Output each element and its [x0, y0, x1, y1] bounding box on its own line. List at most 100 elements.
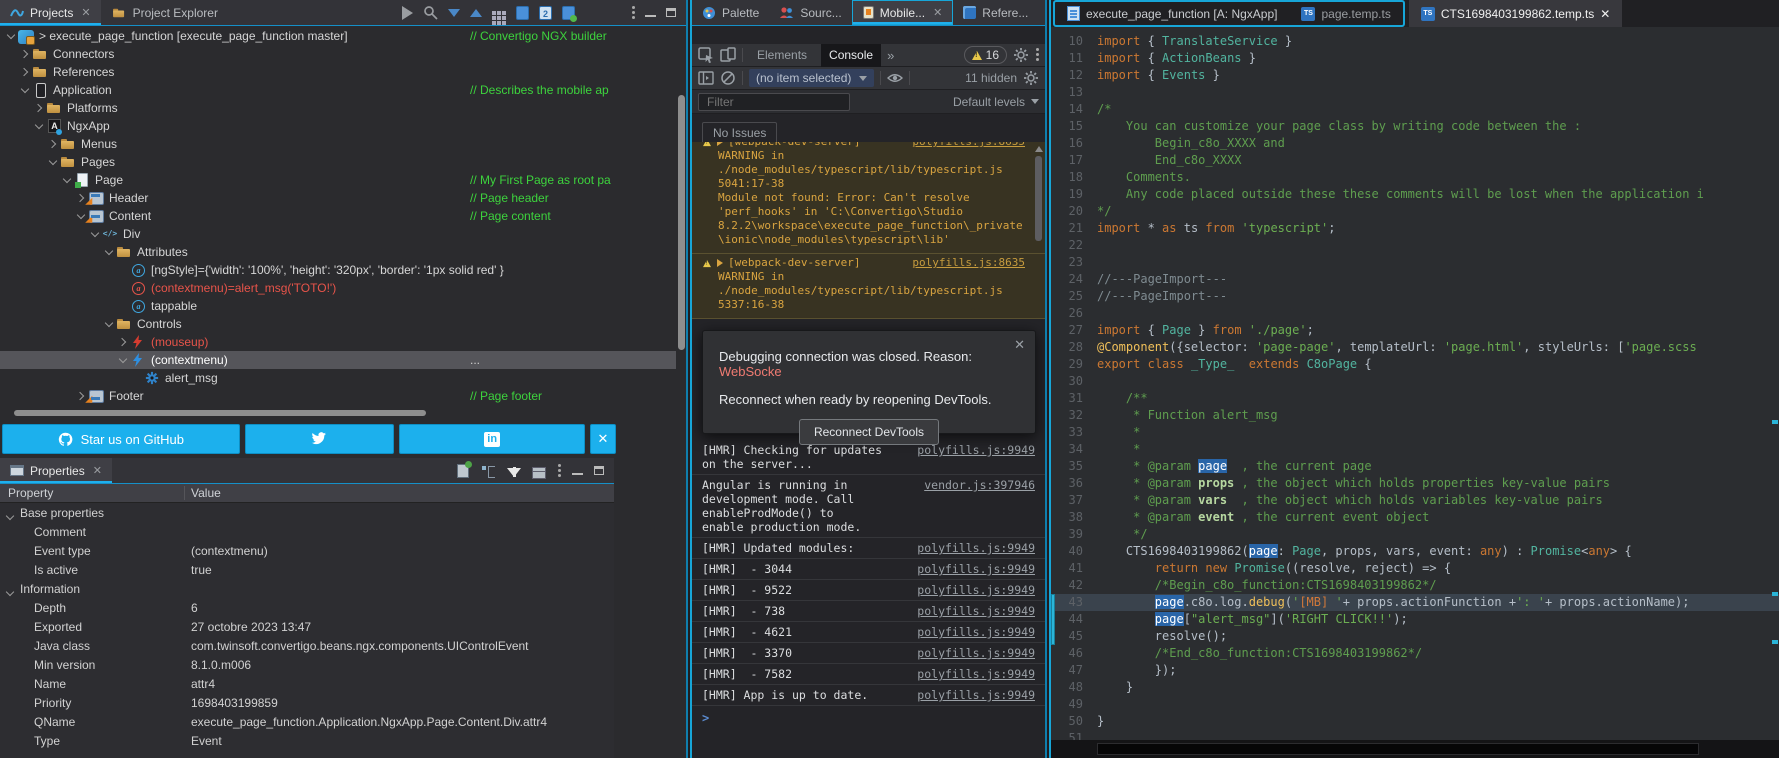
- expander-icon[interactable]: [4, 29, 18, 43]
- tree-item[interactable]: Attributes: [0, 243, 676, 261]
- expander-icon[interactable]: [116, 335, 130, 349]
- tree-item[interactable]: NgxApp: [0, 117, 676, 135]
- tree-mode-icon[interactable]: [480, 463, 496, 479]
- eye-icon[interactable]: [887, 70, 903, 86]
- device-toolbar-icon[interactable]: [720, 47, 736, 63]
- line-number[interactable]: 22: [1051, 237, 1097, 254]
- line-number[interactable]: 34: [1051, 441, 1097, 458]
- tree-vertical-scrollbar[interactable]: [678, 95, 685, 350]
- line-number[interactable]: 16: [1051, 135, 1097, 152]
- search-icon[interactable]: [423, 5, 438, 20]
- tree-item[interactable]: References: [0, 63, 676, 81]
- maximize-icon[interactable]: [594, 466, 604, 475]
- property-group-row[interactable]: Information: [0, 579, 614, 598]
- new-property-icon[interactable]: [457, 464, 469, 478]
- line-number[interactable]: 18: [1051, 169, 1097, 186]
- dialog-close-icon[interactable]: ✕: [1014, 337, 1025, 353]
- tree-item[interactable]: Footer// Page footer: [0, 387, 676, 405]
- property-row[interactable]: Event type(contextmenu): [0, 541, 614, 560]
- line-number[interactable]: 51: [1051, 730, 1097, 740]
- expander-icon[interactable]: [18, 83, 32, 97]
- line-number[interactable]: 47: [1051, 662, 1097, 679]
- line-number[interactable]: 37: [1051, 492, 1097, 509]
- tab-page-temp-ts[interactable]: TS page.temp.ts: [1289, 2, 1402, 25]
- source-link[interactable]: polyfills.js:9949: [907, 688, 1035, 702]
- expander-icon[interactable]: [102, 245, 116, 259]
- source-link[interactable]: polyfills.js:8635: [912, 142, 1025, 149]
- expand-icon[interactable]: [470, 9, 482, 17]
- view-menu-icon[interactable]: [557, 463, 561, 479]
- tab-palette[interactable]: Palette: [692, 0, 769, 25]
- line-number[interactable]: 30: [1051, 373, 1097, 390]
- line-number[interactable]: 43: [1051, 594, 1097, 611]
- line-number[interactable]: 40: [1051, 543, 1097, 560]
- line-number[interactable]: 46: [1051, 645, 1097, 662]
- scroll-thumb[interactable]: [1097, 743, 1699, 755]
- expander-icon[interactable]: [717, 142, 723, 146]
- code-editor[interactable]: 10import { TranslateService }11import { …: [1051, 27, 1779, 740]
- tree-item[interactable]: [ngStyle]={'width': '100%', 'height': '3…: [0, 261, 676, 279]
- line-number[interactable]: 15: [1051, 118, 1097, 135]
- twitter-button[interactable]: [245, 424, 395, 454]
- property-row[interactable]: QNameexecute_page_function.Application.N…: [0, 712, 614, 731]
- inspect-icon[interactable]: [698, 47, 714, 63]
- minimize-icon[interactable]: [572, 473, 583, 475]
- console-settings-icon[interactable]: [1023, 70, 1039, 86]
- filter-input[interactable]: [698, 93, 850, 111]
- overview-ruler-mark[interactable]: [1772, 640, 1778, 644]
- expander-icon[interactable]: [46, 137, 60, 151]
- tree-item[interactable]: Pages: [0, 153, 676, 171]
- tree-item[interactable]: Menus: [0, 135, 676, 153]
- tree-item[interactable]: Content// Page content: [0, 207, 676, 225]
- source-link[interactable]: polyfills.js:9949: [907, 667, 1035, 681]
- close-icon[interactable]: ✕: [1600, 7, 1610, 21]
- tree-item[interactable]: tappable: [0, 297, 676, 315]
- scroll-up-icon[interactable]: [1035, 146, 1043, 152]
- expander-icon[interactable]: [46, 155, 60, 169]
- filter-icon[interactable]: [507, 468, 521, 477]
- expander-icon[interactable]: [18, 65, 32, 79]
- tab-mobile[interactable]: Mobile... ✕: [852, 0, 954, 25]
- line-number[interactable]: 23: [1051, 254, 1097, 271]
- editor-horizontal-scrollbar[interactable]: [1051, 740, 1779, 758]
- reconnect-devtools-button[interactable]: Reconnect DevTools: [799, 419, 939, 445]
- line-number[interactable]: 48: [1051, 679, 1097, 696]
- issues-counter[interactable]: 16: [964, 46, 1007, 64]
- property-row[interactable]: Nameattr4: [0, 674, 614, 693]
- property-group-row[interactable]: Base properties: [0, 503, 614, 522]
- tree-item[interactable]: Connectors: [0, 45, 676, 63]
- property-row[interactable]: Is activetrue: [0, 560, 614, 579]
- hidden-messages-count[interactable]: 11 hidden: [965, 71, 1017, 85]
- banner-close-button[interactable]: ✕: [590, 424, 616, 454]
- source-link[interactable]: polyfills.js:9949: [907, 562, 1035, 576]
- tree-item[interactable]: > execute_page_function [execute_page_fu…: [0, 27, 676, 45]
- source-link[interactable]: polyfills.js:9949: [907, 541, 1035, 555]
- tree-item[interactable]: Header// Page header: [0, 189, 676, 207]
- tree-item[interactable]: (contextmenu)...: [0, 351, 676, 369]
- line-number[interactable]: 24: [1051, 271, 1097, 288]
- line-number[interactable]: 28: [1051, 339, 1097, 356]
- line-number[interactable]: 50: [1051, 713, 1097, 730]
- property-row[interactable]: Depth6: [0, 598, 614, 617]
- maximize-icon[interactable]: [666, 8, 676, 17]
- github-star-button[interactable]: Star us on GitHub: [2, 424, 240, 454]
- console-sidebar-icon[interactable]: [698, 70, 714, 86]
- expander-icon[interactable]: [102, 317, 116, 331]
- tab-project-explorer[interactable]: Project Explorer: [101, 0, 228, 25]
- source-link[interactable]: polyfills.js:8635: [912, 256, 1025, 270]
- settings-gear-icon[interactable]: [1013, 47, 1029, 63]
- tree-horizontal-scrollbar[interactable]: [14, 410, 426, 416]
- expander-icon[interactable]: [116, 353, 130, 367]
- source-link[interactable]: vendor.js:397946: [914, 478, 1035, 534]
- run-icon[interactable]: [402, 6, 413, 20]
- line-number[interactable]: 39: [1051, 526, 1097, 543]
- view-menu-icon[interactable]: [631, 5, 635, 21]
- line-number[interactable]: 44: [1051, 611, 1097, 628]
- line-number[interactable]: 38: [1051, 509, 1097, 526]
- close-icon[interactable]: ✕: [81, 6, 90, 19]
- refresh-project-icon[interactable]: 2: [539, 6, 552, 20]
- property-row[interactable]: Priority1698403199859: [0, 693, 614, 712]
- line-number[interactable]: 19: [1051, 186, 1097, 203]
- tab-elements[interactable]: Elements: [749, 44, 815, 67]
- console-prompt[interactable]: >: [692, 706, 1045, 730]
